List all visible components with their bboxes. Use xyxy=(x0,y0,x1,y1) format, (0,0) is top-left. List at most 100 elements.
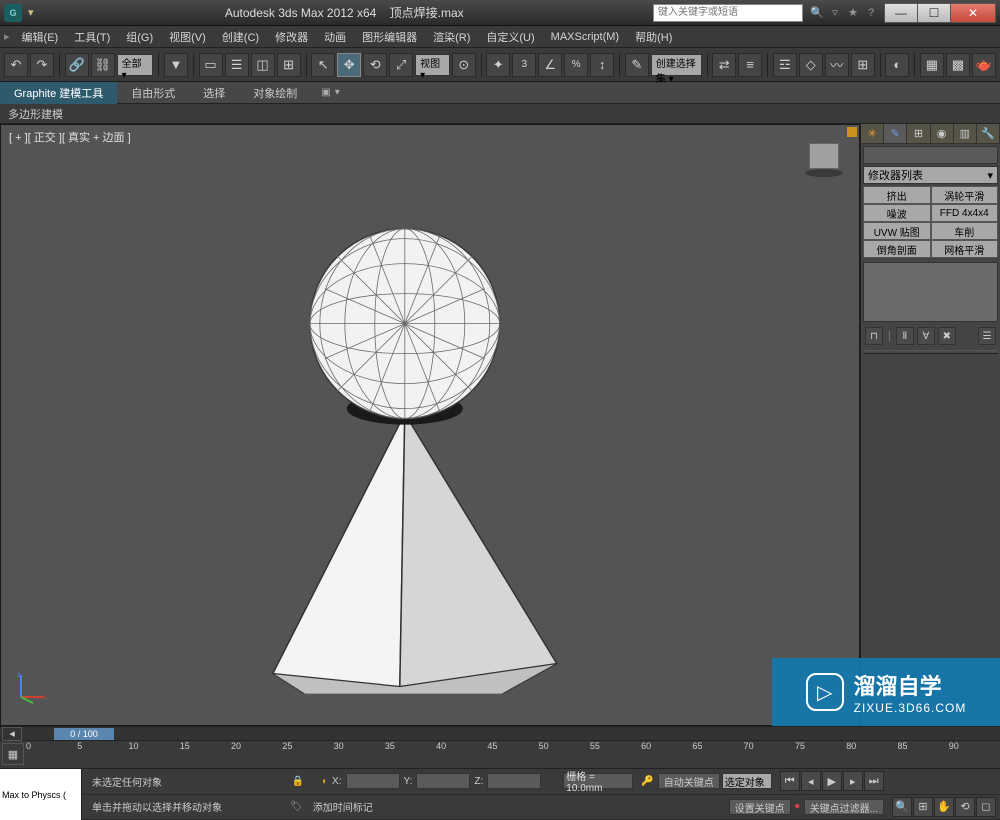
pan-button[interactable]: ✋ xyxy=(934,797,954,817)
modifier-stack[interactable] xyxy=(863,262,998,322)
key-target-dropdown[interactable]: 选定对象 xyxy=(722,773,772,789)
editnamed-button[interactable]: ✎ xyxy=(625,53,649,77)
filter-button[interactable]: ▼ xyxy=(164,53,188,77)
scale-button[interactable]: ⤢ xyxy=(389,53,413,77)
auto-key-button[interactable]: 自动关键点 xyxy=(658,773,720,789)
rotate-button[interactable]: ⟲ xyxy=(363,53,387,77)
mod-bevelprofile[interactable]: 倒角剖面 xyxy=(863,240,931,258)
play-button[interactable]: ▶ xyxy=(822,771,842,791)
window-crossing-button[interactable]: ⊞ xyxy=(277,53,301,77)
zoom-button[interactable]: 🔍 xyxy=(892,797,912,817)
move-button[interactable]: ✥ xyxy=(337,53,361,77)
select-region-button[interactable]: ◫ xyxy=(251,53,275,77)
maximize-button[interactable]: ☐ xyxy=(917,3,951,23)
menu-custom[interactable]: 自定义(U) xyxy=(478,27,542,47)
mod-meshsmooth[interactable]: 网格平滑 xyxy=(931,240,999,258)
menu-group[interactable]: 组(G) xyxy=(118,27,161,47)
scope-dropdown[interactable]: 全部 ▾ xyxy=(117,54,154,76)
help-search-input[interactable] xyxy=(653,4,803,22)
select-object-button[interactable]: ▭ xyxy=(199,53,223,77)
mod-ffd[interactable]: FFD 4x4x4 xyxy=(931,204,999,222)
tab-modify[interactable]: ✎ xyxy=(884,124,907,143)
goto-end-button[interactable]: ⏭ xyxy=(864,771,884,791)
named-selset-dropdown[interactable]: 创建选择集 ▾ xyxy=(651,54,702,76)
select-name-button[interactable]: ☰ xyxy=(225,53,249,77)
render-button[interactable]: 🫖 xyxy=(972,53,996,77)
coord-x-input[interactable] xyxy=(346,773,400,789)
help-icon[interactable]: ? xyxy=(863,5,879,21)
coord-z-input[interactable] xyxy=(487,773,541,789)
next-frame-button[interactable]: ▸ xyxy=(843,771,863,791)
mod-uvw[interactable]: UVW 贴图 xyxy=(863,222,931,240)
pin-stack-icon[interactable]: ⊓ xyxy=(865,327,883,345)
menu-maxscript[interactable]: MAXScript(M) xyxy=(543,29,627,45)
mod-lathe[interactable]: 车削 xyxy=(931,222,999,240)
ribbon-expand-icon[interactable]: ▾ xyxy=(335,87,340,98)
unique-icon[interactable]: ∀ xyxy=(917,327,935,345)
menu-overflow-icon[interactable]: ▸ xyxy=(4,30,10,43)
modifier-list-dropdown[interactable]: 修改器列表▾ xyxy=(863,166,998,184)
rendered-frame-button[interactable]: ▩ xyxy=(946,53,970,77)
frame-indicator[interactable]: 0 / 100 xyxy=(54,728,114,740)
time-tag-icon[interactable]: 🏷 xyxy=(290,801,303,812)
graphite-button[interactable]: ◇ xyxy=(799,53,823,77)
align-button[interactable]: ≡ xyxy=(738,53,762,77)
schematic-button[interactable]: ⊞ xyxy=(851,53,875,77)
ribbon-tab-select[interactable]: 选择 xyxy=(189,82,239,104)
ribbon-tab-objectpaint[interactable]: 对象绘制 xyxy=(239,82,311,104)
menu-create[interactable]: 创建(C) xyxy=(214,27,267,47)
isolate-icon[interactable]: ◐ xyxy=(322,776,328,787)
ribbon-tab-freeform[interactable]: 自由形式 xyxy=(117,82,189,104)
menu-help[interactable]: 帮助(H) xyxy=(627,27,680,47)
orbit-button[interactable]: ⟲ xyxy=(955,797,975,817)
tab-motion[interactable]: ◉ xyxy=(931,124,954,143)
show-endresult-icon[interactable]: Ⅱ xyxy=(896,327,914,345)
undo-button[interactable]: ↶ xyxy=(4,53,28,77)
recent-files-drop[interactable]: ▾ xyxy=(28,6,34,19)
app-icon[interactable]: G xyxy=(4,4,22,22)
view-cube[interactable] xyxy=(809,143,839,169)
manipulate-button[interactable]: ✦ xyxy=(486,53,510,77)
key-mode-icon[interactable]: 🔑 xyxy=(641,776,653,787)
maximize-vp-button[interactable]: ◻ xyxy=(976,797,996,817)
zoom-all-button[interactable]: ⊞ xyxy=(913,797,933,817)
ribbon-collapse-icon[interactable]: ▣ xyxy=(321,87,330,98)
maxscript-listener[interactable]: Max to Physcs ( xyxy=(0,769,82,820)
minimize-button[interactable]: — xyxy=(884,3,918,23)
key-filters-button[interactable]: 关键点过滤器... xyxy=(804,799,884,815)
mod-noise[interactable]: 噪波 xyxy=(863,204,931,222)
lock-selection-icon[interactable]: 🔒 xyxy=(290,773,306,789)
search-icon[interactable]: 🔍 xyxy=(809,5,825,21)
snap-toggle-button[interactable]: 3 xyxy=(512,53,536,77)
menu-render[interactable]: 渲染(R) xyxy=(425,27,478,47)
coord-y-input[interactable] xyxy=(416,773,470,789)
menu-edit[interactable]: 编辑(E) xyxy=(14,27,67,47)
ribbon-tab-graphite[interactable]: Graphite 建模工具 xyxy=(0,82,117,104)
menu-view[interactable]: 视图(V) xyxy=(161,27,214,47)
add-time-tag[interactable]: 添加时间标记 xyxy=(307,799,379,814)
timeline-ruler[interactable]: 051015202530354045505560657075808590 xyxy=(26,741,1000,768)
tab-create[interactable]: ✳ xyxy=(861,124,884,143)
grid-spacing[interactable]: 栅格 = 10.0mm xyxy=(563,773,633,789)
sub-icon[interactable]: ▿ xyxy=(827,5,843,21)
viewport[interactable]: [ + ][ 正交 ][ 真实 + 边面 ] xyxy=(0,124,860,726)
pivot-button[interactable]: ⊙ xyxy=(452,53,476,77)
object-name-field[interactable] xyxy=(863,146,998,164)
set-key-button[interactable]: 设置关键点 xyxy=(729,799,791,815)
time-slider[interactable]: ◂ 0 / 100 xyxy=(0,727,1000,741)
menu-animation[interactable]: 动画 xyxy=(316,27,354,47)
star-icon[interactable]: ★ xyxy=(845,5,861,21)
mod-turbosmooth[interactable]: 涡轮平滑 xyxy=(931,186,999,204)
redo-button[interactable]: ↷ xyxy=(30,53,54,77)
material-editor-button[interactable]: ◐ xyxy=(885,53,909,77)
mirror-button[interactable]: ⇄ xyxy=(712,53,736,77)
angle-snap-button[interactable]: ∠ xyxy=(538,53,562,77)
timeline-prev-icon[interactable]: ◂ xyxy=(2,727,22,741)
key-rec-icon[interactable]: ⏺ xyxy=(795,801,800,812)
spinner-snap-button[interactable]: ↕ xyxy=(590,53,614,77)
render-setup-button[interactable]: ▦ xyxy=(920,53,944,77)
menu-tools[interactable]: 工具(T) xyxy=(66,27,118,47)
link-button[interactable]: 🔗 xyxy=(65,53,89,77)
goto-start-button[interactable]: ⏮ xyxy=(780,771,800,791)
viewport-label[interactable]: [ + ][ 正交 ][ 真实 + 边面 ] xyxy=(9,129,131,145)
